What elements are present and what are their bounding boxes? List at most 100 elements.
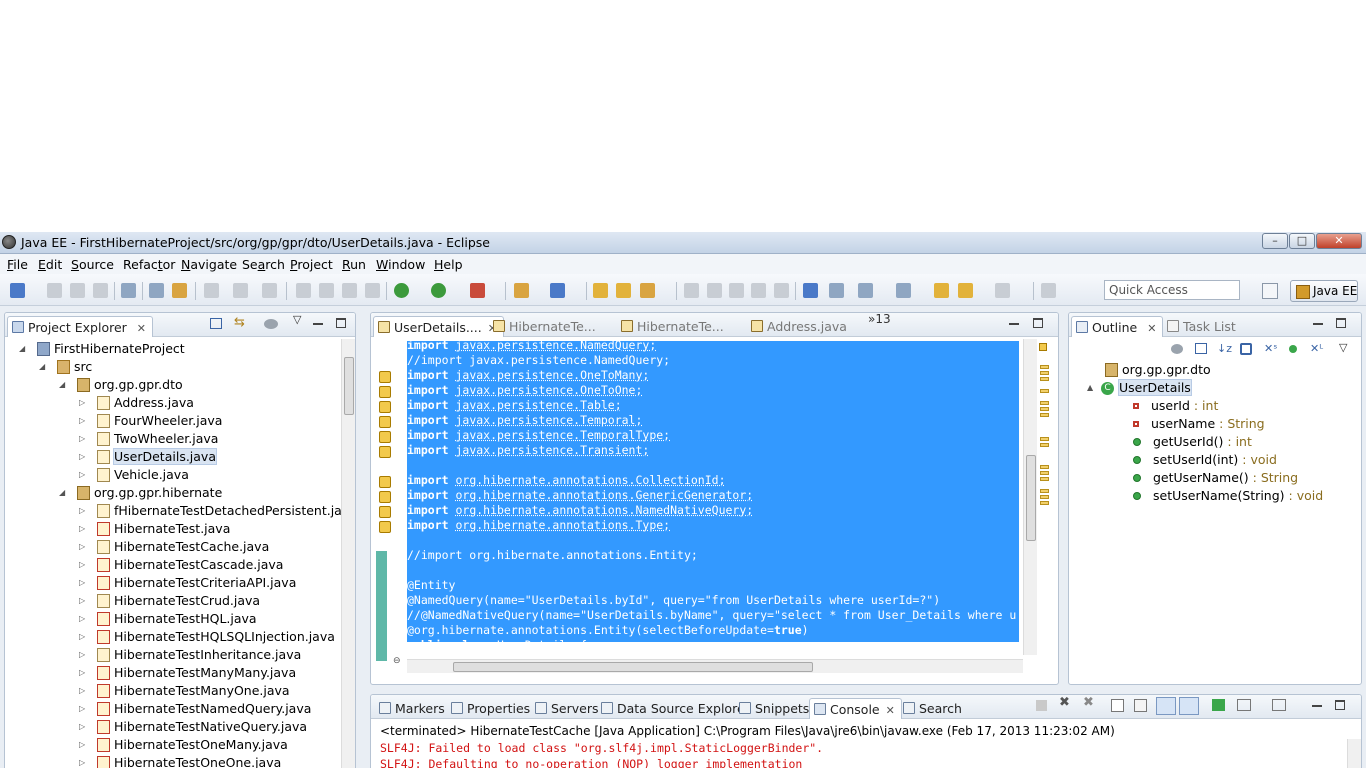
expand-toggle-icon[interactable]: ▷ (79, 700, 89, 718)
show-whitespace-icon[interactable] (751, 283, 766, 298)
warning-marker-icon[interactable] (379, 476, 391, 488)
bottom-tab[interactable]: Markers (375, 698, 451, 719)
tree-row[interactable]: ◢ org.gp.gpr.dto (59, 376, 183, 394)
scroll-lock-icon[interactable] (1134, 699, 1147, 712)
tree-row[interactable]: ▷ FourWheeler.java (79, 412, 222, 430)
menu-item[interactable]: File (7, 257, 28, 272)
hide-fields-icon[interactable] (1240, 343, 1252, 355)
tab-project-explorer[interactable]: Project Explorer ✕ (7, 316, 153, 337)
expand-toggle-icon[interactable]: ▷ (79, 754, 89, 768)
expand-toggle-icon[interactable]: ▷ (79, 574, 89, 592)
tree-row[interactable]: ▷ HibernateTestOneOne.java (79, 754, 281, 768)
editor-vertical-scrollbar[interactable] (1023, 339, 1037, 655)
synchronize-icon[interactable] (172, 283, 187, 298)
editor-tab[interactable]: Address.java (747, 316, 853, 337)
warning-marker-icon[interactable] (379, 431, 391, 443)
warning-marker-icon[interactable] (379, 446, 391, 458)
tree-row[interactable]: ◢ src (39, 358, 92, 376)
tree-row[interactable]: ▷ UserDetails.java (79, 448, 217, 466)
bottom-tab[interactable]: Console ✕ (809, 698, 902, 719)
tree-row[interactable]: ▷ HibernateTestManyMany.java (79, 664, 296, 682)
editor-hscroll-thumb[interactable] (453, 662, 813, 672)
view-menu-filter-icon[interactable] (264, 319, 278, 329)
menu-item[interactable]: Search (242, 257, 285, 272)
terminate-console-icon[interactable] (1036, 700, 1047, 711)
tree-scroll-thumb[interactable] (344, 357, 354, 415)
maximize-view-icon[interactable] (1335, 700, 1345, 710)
menu-item[interactable]: Refactor (123, 257, 175, 272)
pin-icon[interactable] (1041, 283, 1056, 298)
remove-all-terminated-icon[interactable]: ✖ (1083, 696, 1094, 709)
menu-item[interactable]: Window (376, 257, 425, 272)
new-icon[interactable] (10, 283, 25, 298)
tree-row[interactable]: ▷ HibernateTestCriteriaAPI.java (79, 574, 296, 592)
tree-row[interactable]: ▷ HibernateTestCache.java (79, 538, 269, 556)
tree-row[interactable]: ▷ HibernateTestCrud.java (79, 592, 260, 610)
warning-marker-icon[interactable] (379, 386, 391, 398)
debug-icon[interactable] (394, 283, 409, 298)
disconnect-icon[interactable] (365, 283, 380, 298)
tab-outline[interactable]: Outline ✕ (1071, 316, 1164, 337)
open-console-icon[interactable] (1272, 699, 1286, 711)
bottom-tab[interactable]: Data Source Explorer (597, 698, 756, 719)
code-editor[interactable]: import javax.persistence.NamedQuery;//im… (407, 341, 1019, 642)
maximize-view-icon[interactable] (336, 318, 346, 328)
collapse-all-icon[interactable] (210, 318, 222, 329)
refresh-icon[interactable] (262, 283, 277, 298)
bottom-tab[interactable]: Servers (531, 698, 605, 719)
maximize-button[interactable]: □ (1289, 233, 1315, 249)
expand-toggle-icon[interactable]: ▷ (79, 394, 89, 412)
overview-warning-icon[interactable] (1039, 343, 1047, 351)
outline-member[interactable]: getUserName() : String (1133, 469, 1298, 487)
open-task-icon[interactable] (149, 283, 164, 298)
close-button[interactable]: ✕ (1316, 233, 1362, 249)
next-annotation-icon[interactable] (684, 283, 699, 298)
prev-edit-icon[interactable] (896, 283, 911, 298)
outline-member[interactable]: setUserId(int) : void (1133, 451, 1277, 469)
focus-icon[interactable] (1171, 344, 1183, 354)
tree-row[interactable]: ▷ HibernateTestCascade.java (79, 556, 283, 574)
display-console-icon[interactable] (1237, 699, 1251, 711)
bottom-tab[interactable]: Snippets (735, 698, 815, 719)
pin-editor-icon[interactable] (829, 283, 844, 298)
minimize-view-icon[interactable] (1313, 318, 1323, 325)
expand-toggle-icon[interactable]: ▷ (79, 538, 89, 556)
hide-nonpublic-icon[interactable] (1289, 345, 1297, 353)
run-icon[interactable] (431, 283, 446, 298)
editor-tab[interactable]: UserDetails....✕ (373, 316, 504, 337)
expand-toggle-icon[interactable]: ▷ (79, 520, 89, 538)
close-tab-icon[interactable]: ✕ (886, 704, 895, 717)
maximize-view-icon[interactable] (1336, 318, 1346, 328)
warning-marker-icon[interactable] (379, 521, 391, 533)
back-history-icon[interactable] (958, 283, 973, 298)
close-tab-icon[interactable]: ✕ (137, 322, 146, 335)
warning-marker-icon[interactable] (379, 506, 391, 518)
tree-row[interactable]: ▷ HibernateTestInheritance.java (79, 646, 301, 664)
tree-row[interactable]: ▷ HibernateTestNamedQuery.java (79, 700, 311, 718)
new-server-icon[interactable] (514, 283, 529, 298)
save-icon[interactable] (47, 283, 62, 298)
menu-item[interactable]: Help (434, 257, 463, 272)
menu-item[interactable]: Edit (38, 257, 62, 272)
console-scrollbar[interactable] (1347, 739, 1361, 768)
tree-row[interactable]: ▷ HibernateTestOneMany.java (79, 736, 288, 754)
expand-toggle-icon[interactable]: ▷ (79, 466, 89, 484)
tree-scrollbar[interactable] (341, 339, 355, 768)
show-stdout-icon[interactable] (1156, 697, 1176, 715)
expand-toggle-icon[interactable]: ▷ (79, 736, 89, 754)
tree-row[interactable]: ▷ HibernateTestHQL.java (79, 610, 257, 628)
tree-row[interactable]: ▷ Vehicle.java (79, 466, 189, 484)
hide-local-types-icon[interactable]: ✕ᴸ (1310, 342, 1323, 355)
redo-icon[interactable] (233, 283, 248, 298)
expand-toggle-icon[interactable]: ▷ (79, 664, 89, 682)
editor-horizontal-scrollbar[interactable] (407, 659, 1023, 673)
editor-tab[interactable]: HibernateTe... (489, 316, 602, 337)
expand-toggle-icon[interactable]: ▷ (79, 430, 89, 448)
remove-launch-icon[interactable]: ✖ (1059, 696, 1070, 709)
editor-scroll-thumb[interactable] (1026, 455, 1036, 541)
new-java-class-icon[interactable] (550, 283, 565, 298)
minimize-view-icon[interactable] (1312, 700, 1322, 707)
expand-toggle-icon[interactable]: ▷ (79, 718, 89, 736)
tree-row[interactable]: ▷ fHibernateTestDetachedPersistent.java (79, 502, 355, 520)
forward-icon[interactable] (995, 283, 1010, 298)
